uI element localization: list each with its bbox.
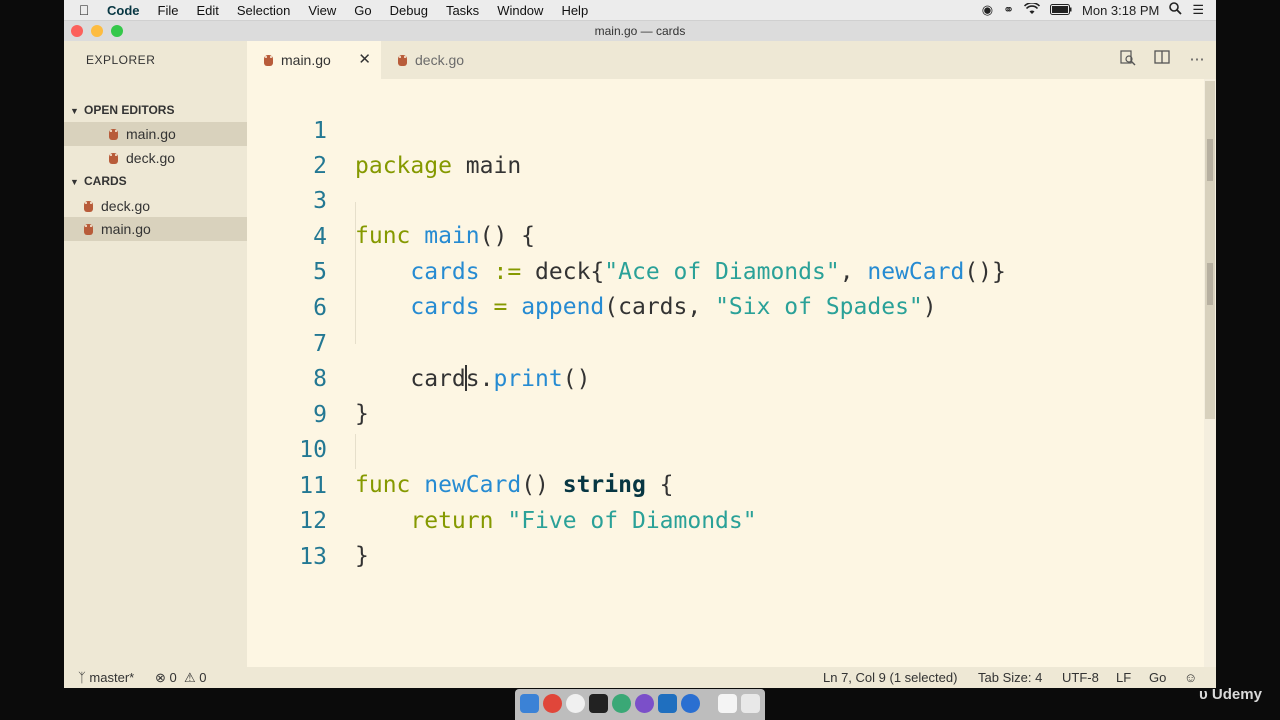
window-title-bar: main.go — cards	[64, 21, 1216, 41]
chevron-down-icon: ▼	[70, 177, 79, 187]
menu-go[interactable]: Go	[345, 3, 380, 18]
go-file-icon	[84, 224, 93, 235]
menu-file[interactable]: File	[149, 3, 188, 18]
editor-window: main.go — cards EXPLORER ▼ OPEN EDITORS m…	[64, 21, 1216, 688]
code-line: 1 package main	[313, 118, 522, 179]
problems-indicator[interactable]: ⊗ 0 ⚠ 0	[155, 667, 207, 688]
code-line: 13	[299, 544, 327, 570]
menu-app-name[interactable]: Code	[98, 3, 149, 18]
open-editor-item-main[interactable]: main.go	[64, 122, 247, 146]
code-line: 5 cards = append(cards, "Six of Spades")	[313, 259, 937, 320]
code-line: 3 func main() {	[313, 188, 536, 249]
open-editors-section[interactable]: ▼ OPEN EDITORS	[64, 99, 247, 121]
code-line: 11 return "Five of Diamonds"	[299, 473, 757, 534]
file-item-main[interactable]: main.go	[64, 217, 247, 241]
close-window-button[interactable]	[71, 25, 83, 37]
tab-main-go[interactable]: main.go ✕	[247, 41, 381, 79]
menu-selection[interactable]: Selection	[228, 3, 299, 18]
feedback-smiley-icon[interactable]: ☺	[1184, 667, 1197, 688]
quicktime-icon[interactable]	[681, 694, 700, 713]
language-mode[interactable]: Go	[1149, 667, 1166, 688]
menu-window[interactable]: Window	[488, 3, 552, 18]
code-editor[interactable]: 1 package main 2 3 func main() { 4 cards…	[247, 79, 1204, 667]
go-file-icon	[109, 129, 118, 140]
more-actions-icon[interactable]: ⋯	[1187, 50, 1207, 70]
documents-icon[interactable]	[718, 694, 737, 713]
code-line: 4 cards := deck{"Ace of Diamonds", newCa…	[313, 224, 1006, 285]
code-line: 2	[313, 153, 327, 179]
status-bar: ᛉ master* ⊗ 0 ⚠ 0 Ln 7, Col 9 (1 selecte…	[64, 667, 1216, 688]
apple-icon[interactable]: 	[70, 2, 98, 18]
cursor-position[interactable]: Ln 7, Col 9 (1 selected)	[823, 667, 957, 688]
terminal-icon[interactable]	[589, 694, 608, 713]
app-icon[interactable]	[612, 694, 631, 713]
explorer-sidebar: EXPLORER ▼ OPEN EDITORS main.go deck.go ▼…	[64, 41, 247, 667]
trash-icon[interactable]	[741, 694, 760, 713]
open-editor-item-deck[interactable]: deck.go	[64, 146, 247, 170]
chevron-down-icon: ▼	[70, 106, 79, 116]
file-encoding[interactable]: UTF-8	[1062, 667, 1099, 688]
overview-ruler-mark	[1207, 263, 1213, 305]
menu-help[interactable]: Help	[552, 3, 597, 18]
cards-folder-section[interactable]: ▼ CARDS	[64, 170, 247, 192]
chrome-icon[interactable]	[543, 694, 562, 713]
close-tab-icon[interactable]: ✕	[358, 41, 371, 79]
line-ending[interactable]: LF	[1116, 667, 1131, 688]
git-branch-icon: ᛉ	[78, 670, 90, 685]
warning-icon: ⚠	[184, 670, 196, 685]
udemy-watermark: ᴜ Udemy	[1199, 686, 1262, 703]
code-line: 8 }	[313, 366, 369, 427]
file-item-deck[interactable]: deck.go	[64, 194, 247, 218]
menu-clock[interactable]: Mon 3:18 PM	[1082, 3, 1159, 18]
error-icon: ⊗	[155, 670, 166, 685]
code-line: 6	[313, 295, 327, 321]
code-line: 9	[313, 402, 327, 428]
code-line: 7 cards.print()	[313, 331, 591, 392]
minimize-window-button[interactable]	[91, 25, 103, 37]
window-title: main.go — cards	[594, 24, 686, 38]
code-line: 10 func newCard() string {	[299, 437, 674, 498]
split-editor-icon[interactable]	[1152, 50, 1172, 70]
spotlight-search-icon[interactable]	[1169, 2, 1182, 18]
git-branch[interactable]: ᛉ master*	[78, 667, 134, 688]
dock	[515, 689, 765, 720]
menu-bar:  Code File Edit Selection View Go Debug…	[64, 0, 1216, 21]
emoji-icon[interactable]	[566, 694, 585, 713]
menu-debug[interactable]: Debug	[381, 3, 437, 18]
finder-icon[interactable]	[520, 694, 539, 713]
menu-tasks[interactable]: Tasks	[437, 3, 488, 18]
go-file-icon	[264, 55, 273, 66]
scrollbar-thumb[interactable]	[1205, 81, 1215, 419]
notification-center-icon[interactable]: ☰	[1192, 2, 1204, 18]
explorer-header: EXPLORER	[86, 53, 156, 67]
tab-bar: main.go ✕ deck.go ⋯	[247, 41, 1216, 79]
app-icon[interactable]	[635, 694, 654, 713]
tab-size[interactable]: Tab Size: 4	[978, 667, 1042, 688]
go-file-icon	[109, 153, 118, 164]
code-line: 12 }	[299, 508, 369, 569]
maximize-window-button[interactable]	[111, 25, 123, 37]
wifi-icon[interactable]	[1023, 1, 1041, 18]
tab-deck-go[interactable]: deck.go	[381, 41, 499, 79]
udemy-logo-icon: ᴜ	[1199, 686, 1212, 703]
go-file-icon	[84, 201, 93, 212]
vscode-icon[interactable]	[658, 694, 677, 713]
glasses-icon[interactable]: ⚭	[1003, 2, 1014, 18]
go-file-icon	[398, 55, 407, 66]
battery-icon[interactable]	[1050, 3, 1072, 18]
record-icon[interactable]: ◉	[982, 2, 993, 18]
open-changes-icon[interactable]	[1118, 50, 1138, 70]
menu-view[interactable]: View	[299, 3, 345, 18]
overview-ruler-mark	[1207, 139, 1213, 181]
menu-edit[interactable]: Edit	[187, 3, 227, 18]
